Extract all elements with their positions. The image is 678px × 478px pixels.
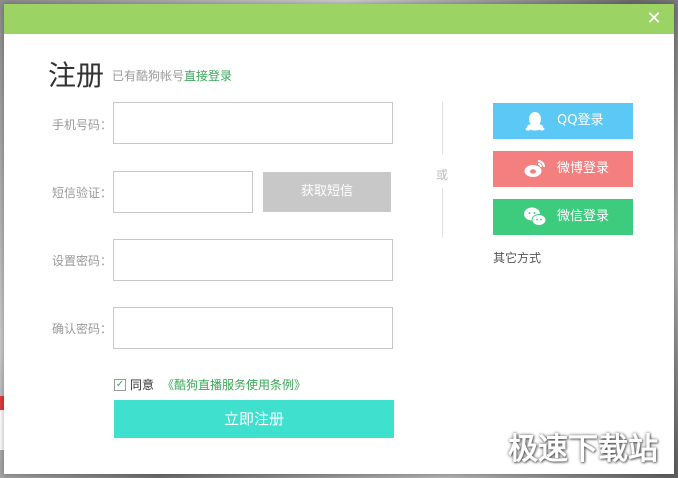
- qq-login-button[interactable]: QQ登录: [493, 103, 633, 139]
- terms-link[interactable]: 《酷狗直播服务使用条例》: [162, 376, 306, 393]
- register-dialog: ✕ 注册 已有酷狗帐号直接登录 手机号码： 短信验证： 获取短信 设置密码： 确…: [4, 4, 674, 474]
- page-title: 注册: [48, 59, 105, 92]
- login-hint-text: 已有酷狗帐号: [112, 69, 185, 83]
- wechat-login-label: 微信登录: [557, 209, 610, 224]
- or-separator: 或: [436, 168, 449, 182]
- agree-row: ✓ 同意 《酷狗直播服务使用条例》: [114, 376, 306, 393]
- login-hint: 已有酷狗帐号直接登录: [112, 67, 232, 84]
- password-input[interactable]: [113, 239, 393, 281]
- divider-line: [442, 188, 443, 238]
- watermark-logo: 极速下载站: [508, 432, 658, 467]
- close-icon[interactable]: ✕: [642, 7, 666, 31]
- password-label: 设置密码：: [52, 254, 113, 268]
- weibo-login-label: 微博登录: [557, 161, 610, 176]
- qq-penguin-icon: [525, 112, 545, 131]
- direct-login-link[interactable]: 直接登录: [184, 69, 232, 83]
- sms-label: 短信验证：: [52, 186, 113, 200]
- get-sms-button[interactable]: 获取短信: [263, 172, 391, 212]
- confirm-password-input[interactable]: [113, 307, 393, 349]
- wechat-login-button[interactable]: 微信登录: [493, 199, 633, 235]
- dialog-titlebar: ✕: [4, 4, 674, 34]
- agree-checkbox[interactable]: ✓: [114, 378, 126, 391]
- divider-line: [442, 102, 443, 154]
- weibo-login-button[interactable]: 微博登录: [493, 151, 633, 187]
- qq-login-label: QQ登录: [557, 113, 604, 128]
- weibo-icon: [524, 160, 545, 177]
- other-methods-label: 其它方式: [493, 251, 542, 265]
- confirm-password-label: 确认密码：: [52, 322, 113, 336]
- wechat-icon: [524, 207, 547, 226]
- register-button[interactable]: 立即注册: [114, 400, 394, 438]
- sms-code-input[interactable]: [113, 171, 253, 213]
- phone-input[interactable]: [113, 102, 393, 144]
- phone-label: 手机号码：: [52, 118, 113, 132]
- agree-label: 同意: [130, 378, 155, 392]
